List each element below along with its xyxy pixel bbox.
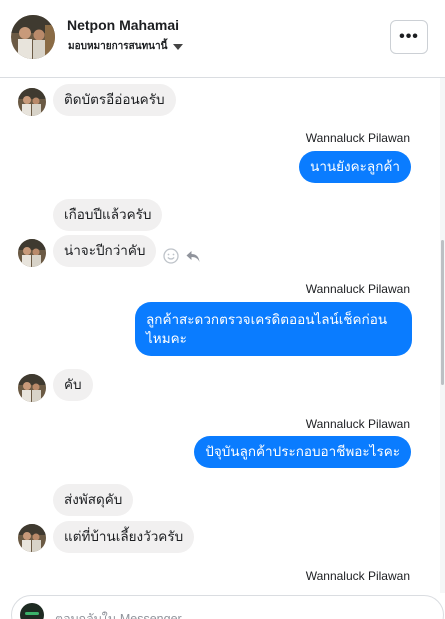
outgoing-message[interactable]: ปัจุบันลูกค้าประกอบอาชีพอะไรคะ	[194, 436, 411, 468]
sender-name: Wannaluck Pilawan	[305, 131, 410, 145]
react-emoji-icon[interactable]	[163, 248, 179, 269]
messenger-window: Netpon Mahamai มอบหมายการสนทนานี้ ••• ติ…	[0, 0, 445, 619]
sender-name: Wannaluck Pilawan	[305, 282, 410, 296]
contact-name[interactable]: Netpon Mahamai	[67, 17, 179, 33]
reply-input-placeholder: ตอบกลับใน Messenger	[55, 612, 182, 619]
outgoing-message[interactable]: นานยังคะลูกค้า	[299, 151, 411, 183]
incoming-message[interactable]: ติดบัตรอีอ่อนครับ	[53, 84, 176, 116]
message-actions	[163, 248, 201, 269]
incoming-message[interactable]: คับ	[53, 369, 93, 401]
contact-avatar-small	[18, 88, 46, 116]
more-options-button[interactable]: •••	[390, 20, 428, 54]
outgoing-message[interactable]: ลูกค้าสะดวกตรวจเครดิตออนไลน์เช็คก่อน ไหม…	[135, 302, 412, 356]
contact-avatar[interactable]	[11, 15, 55, 59]
message-line: ไหมคะ	[146, 331, 187, 346]
incoming-message[interactable]: น่าจะปีกว่าคับ	[53, 235, 157, 267]
sender-name: Wannaluck Pilawan	[305, 569, 410, 583]
conversation-header: Netpon Mahamai มอบหมายการสนทนานี้ •••	[0, 0, 445, 78]
message-line: ลูกค้าสะดวกตรวจเครดิตออนไลน์เช็คก่อน	[146, 312, 388, 327]
thread-scrollbar-thumb[interactable]	[441, 240, 444, 385]
incoming-message[interactable]: แต่ที่บ้านเลี้ยงวัวครับ	[53, 521, 195, 553]
contact-avatar-small	[18, 374, 46, 402]
composer: ตอบกลับใน Messenger	[0, 593, 445, 619]
assign-conversation-dropdown[interactable]: มอบหมายการสนทนานี้	[68, 39, 184, 54]
contact-avatar-small	[18, 524, 46, 552]
caret-down-icon	[173, 44, 184, 50]
incoming-message[interactable]: เกือบปีแล้วครับ	[53, 199, 163, 231]
assign-conversation-label: มอบหมายการสนทนานี้	[68, 41, 168, 52]
contact-avatar-small	[18, 239, 46, 267]
reply-icon[interactable]	[185, 248, 201, 269]
message-thread[interactable]: ติดบัตรอีอ่อนครับ Wannaluck Pilawan นานย…	[0, 78, 440, 593]
sender-name: Wannaluck Pilawan	[305, 417, 410, 431]
incoming-message[interactable]: ส่งพัสดุคับ	[53, 484, 134, 516]
